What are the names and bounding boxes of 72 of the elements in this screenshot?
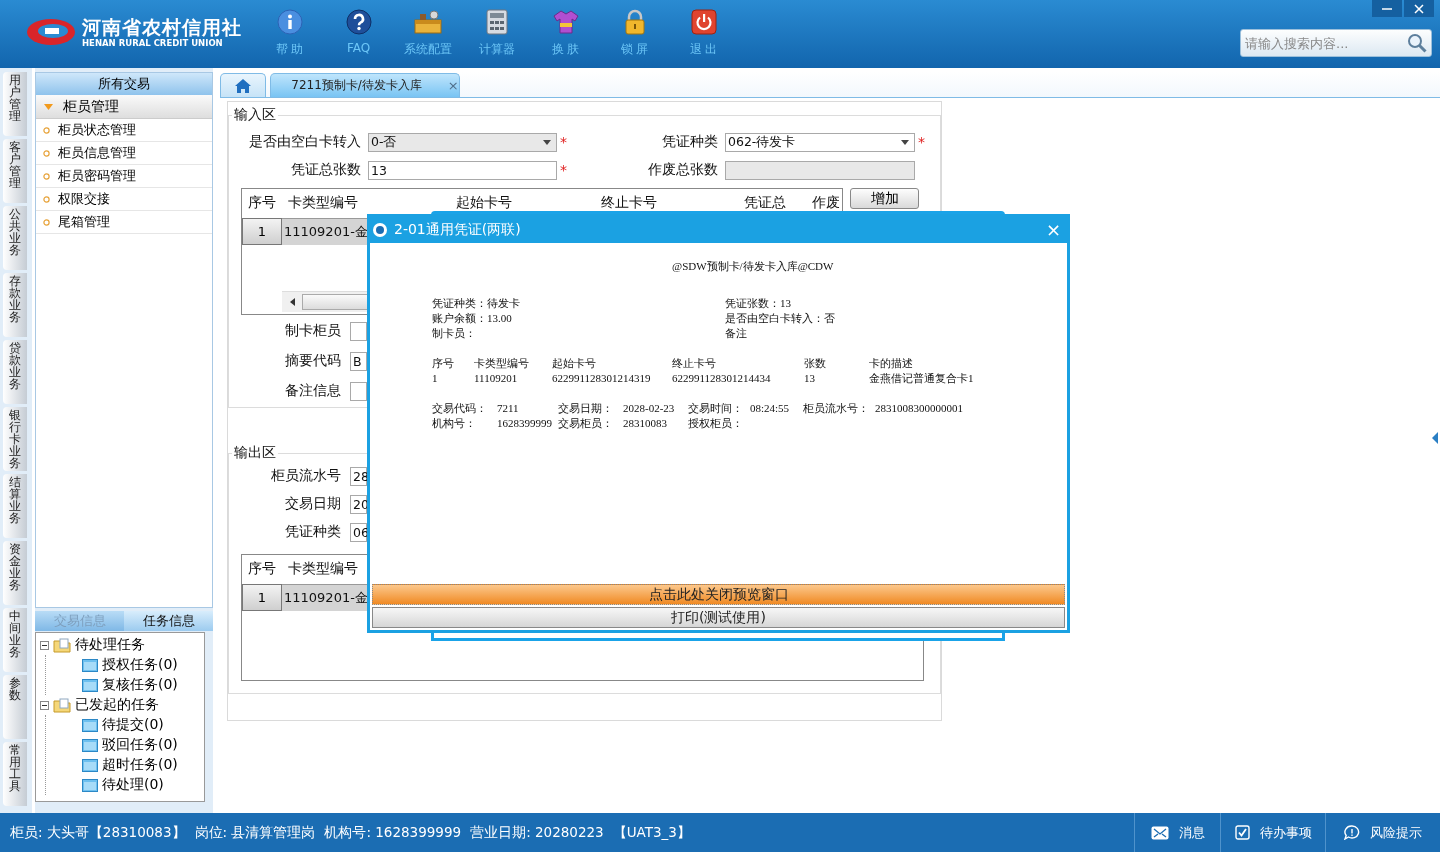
item-label: 柜员信息管理 — [58, 144, 136, 162]
voucher-column: 张数 — [804, 356, 869, 371]
voucher-text: 账户余额：13.00 — [432, 311, 513, 326]
required-mark: * — [917, 134, 926, 150]
field-label: 是否由空白卡转入 — [248, 133, 361, 151]
sidebar-title: 所有交易 — [36, 73, 212, 95]
column-header: 作废 — [811, 194, 841, 212]
voucher-cell: 金燕借记普通复合卡1 — [869, 371, 974, 386]
voucher-text: 交易时间： — [688, 401, 744, 416]
section-title: 输出区 — [233, 444, 277, 462]
voucher-text: 2028-02-23 — [623, 401, 676, 416]
group-label: 柜员管理 — [63, 97, 119, 116]
voucher-column: 卡的描述 — [869, 356, 913, 371]
field-label: 备注信息 — [284, 382, 341, 400]
field-label: 摘要代码 — [284, 352, 341, 370]
status-text: 营业日期: 20280223 — [470, 823, 604, 842]
logo-subtitle: HENAN RURAL CREDIT UNION — [82, 38, 224, 48]
required-mark: * — [559, 162, 568, 178]
column-header: 序号 — [247, 194, 277, 212]
voucher-cell-text: 11109201 — [474, 371, 519, 386]
voucher-text: 交易代码： — [432, 401, 488, 416]
voucher-heading: @SDW预制卡/待发卡入库@CDW — [672, 259, 834, 274]
field-label: 凭证种类 — [284, 523, 341, 541]
voucher-text: 7211 — [497, 401, 520, 416]
voucher-cell-text: 622991128301214434 — [672, 371, 772, 386]
status-text: 岗位: 县清算管理岗 — [194, 823, 316, 842]
column-header: 起始卡号 — [455, 194, 513, 212]
item-label: 尾箱管理 — [58, 213, 110, 231]
voucher-text: 机构号： — [432, 416, 477, 431]
logo-name: 河南省农村信用社 — [82, 16, 242, 38]
item-label: 权限交接 — [58, 190, 110, 208]
field-label: 制卡柜员 — [284, 322, 341, 340]
voucher-cell-text: 13 — [804, 371, 816, 386]
voucher-text: 凭证张数：13 — [725, 296, 791, 311]
item-label: 柜员密码管理 — [58, 167, 136, 185]
voucher-text: 授权柜员： — [688, 416, 744, 431]
voucher-text: 备注 — [725, 326, 747, 341]
required-mark: * — [559, 134, 568, 150]
field-label: 交易日期 — [284, 495, 341, 513]
voucher-text: 柜员流水号： — [803, 401, 870, 416]
voucher-text: 28310083 — [623, 416, 668, 431]
voucher-column: 起始卡号 — [552, 356, 672, 371]
voucher-text: 凭证种类：待发卡 — [432, 296, 521, 311]
table-cell: 11109201-金 — [282, 218, 367, 245]
voucher-text: 08:24:55 — [750, 401, 791, 416]
field-label: 作废总张数 — [647, 161, 718, 179]
status-text: 机构号: 1628399999 — [324, 823, 462, 842]
section-title: 输入区 — [233, 106, 277, 124]
field-label: 柜员流水号 — [270, 467, 341, 485]
voucher-text: 制卡员： — [432, 326, 477, 341]
voucher-text: 交易柜员： — [558, 416, 614, 431]
voucher-text: 是否由空白卡转入：否 — [725, 311, 835, 326]
column-header: 卡类型编号 — [287, 560, 359, 578]
field-label: 凭证种类 — [661, 133, 718, 151]
column-header: 卡类型编号 — [287, 194, 359, 212]
column-header: 终止卡号 — [600, 194, 658, 212]
voucher-column: 终止卡号 — [672, 356, 804, 371]
status-text: 柜员: 大头哥【28310083】 — [10, 823, 186, 842]
voucher-cell-text: 1 — [432, 371, 439, 386]
table-cell: 11109201-金 — [282, 584, 367, 611]
field-label: 凭证总张数 — [290, 161, 361, 179]
voucher-column: 卡类型编号 — [474, 356, 552, 371]
voucher-cell-text: 622991128301214319 — [552, 371, 652, 386]
column-header: 序号 — [247, 560, 277, 578]
dialog-title: 2-01通用凭证(两联) — [394, 221, 521, 239]
voucher-text: 2831008300000001 — [875, 401, 963, 416]
status-text: 【UAT3_3】 — [612, 823, 691, 842]
voucher-text: 1628399999 — [497, 416, 553, 431]
column-header: 凭证总 — [743, 194, 787, 212]
voucher-column: 序号 — [432, 356, 474, 371]
voucher-text: 交易日期： — [558, 401, 614, 416]
item-label: 柜员状态管理 — [58, 121, 136, 139]
